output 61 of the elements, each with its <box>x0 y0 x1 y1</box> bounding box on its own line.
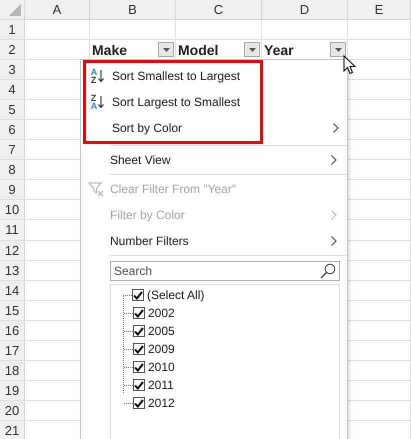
table-header-cell: Make <box>92 42 128 58</box>
row-header[interactable]: 9 <box>0 180 25 200</box>
column-header[interactable]: E <box>348 0 411 19</box>
value-label: 2010 <box>148 360 175 374</box>
row-header[interactable]: 6 <box>0 120 25 140</box>
value-label: 2005 <box>148 324 175 338</box>
row-header[interactable]: 21 <box>0 420 25 439</box>
menu-item[interactable]: Number Filters <box>81 228 345 254</box>
caret-icon <box>162 48 170 52</box>
checkbox[interactable] <box>133 325 145 337</box>
column-header[interactable]: C <box>176 0 262 19</box>
checkbox[interactable] <box>133 307 145 319</box>
submenu-chevron-icon <box>331 236 337 246</box>
checkbox[interactable] <box>132 289 144 301</box>
row-header[interactable]: 3 <box>0 60 25 80</box>
checkbox[interactable] <box>133 379 145 391</box>
row-header[interactable]: 5 <box>0 100 25 120</box>
column-header[interactable]: D <box>262 0 348 19</box>
filter-dropdown-button[interactable] <box>330 42 346 58</box>
row-header[interactable]: 20 <box>0 400 25 420</box>
row-header[interactable]: 19 <box>0 380 25 400</box>
checkbox[interactable] <box>133 397 145 409</box>
caret-icon <box>248 48 256 52</box>
row-header[interactable]: 18 <box>0 360 25 380</box>
menu-item[interactable]: Sort by Color <box>83 115 347 141</box>
value-label: 2009 <box>148 342 175 356</box>
row-header[interactable]: 1 <box>0 20 25 40</box>
row-header[interactable]: 12 <box>0 240 25 260</box>
value-label: 2012 <box>148 396 175 410</box>
search-icon <box>320 263 336 279</box>
column-header[interactable]: A <box>25 0 90 19</box>
row-header[interactable]: 17 <box>0 340 25 360</box>
row-header[interactable]: 4 <box>0 80 25 100</box>
row-header[interactable]: 13 <box>0 260 25 280</box>
value-label: 2002 <box>148 306 175 320</box>
row-header[interactable]: 8 <box>0 160 25 180</box>
row-header[interactable]: 7 <box>0 140 25 160</box>
row-header[interactable]: 15 <box>0 300 25 320</box>
menu-item[interactable]: Z A Sort Largest to Smallest <box>83 89 347 115</box>
filter-dropdown-button[interactable] <box>244 42 260 58</box>
submenu-chevron-icon <box>331 155 337 165</box>
table-header-cell: Model <box>178 42 218 58</box>
row-header[interactable]: 16 <box>0 320 25 340</box>
row-header[interactable]: 2 <box>0 40 25 60</box>
search-field[interactable]: Search <box>110 261 340 281</box>
table-header-cell: Year <box>264 42 294 58</box>
submenu-chevron-icon <box>331 210 337 220</box>
value-label: 2011 <box>148 378 174 392</box>
checkbox[interactable] <box>133 361 145 373</box>
column-header[interactable]: B <box>90 0 176 19</box>
menu-item[interactable]: A Z Sort Smallest to Largest <box>83 63 347 89</box>
row-header[interactable]: 10 <box>0 200 25 220</box>
value-label: (Select All) <box>147 288 204 302</box>
row-header[interactable]: 11 <box>0 220 25 240</box>
menu-item[interactable]: Sheet View <box>81 147 345 173</box>
filter-dropdown-button[interactable] <box>158 42 174 58</box>
caret-icon <box>334 48 342 52</box>
row-header[interactable]: 14 <box>0 280 25 300</box>
checkbox[interactable] <box>133 343 145 355</box>
clear-filter-icon <box>88 181 104 197</box>
submenu-chevron-icon <box>333 123 339 133</box>
